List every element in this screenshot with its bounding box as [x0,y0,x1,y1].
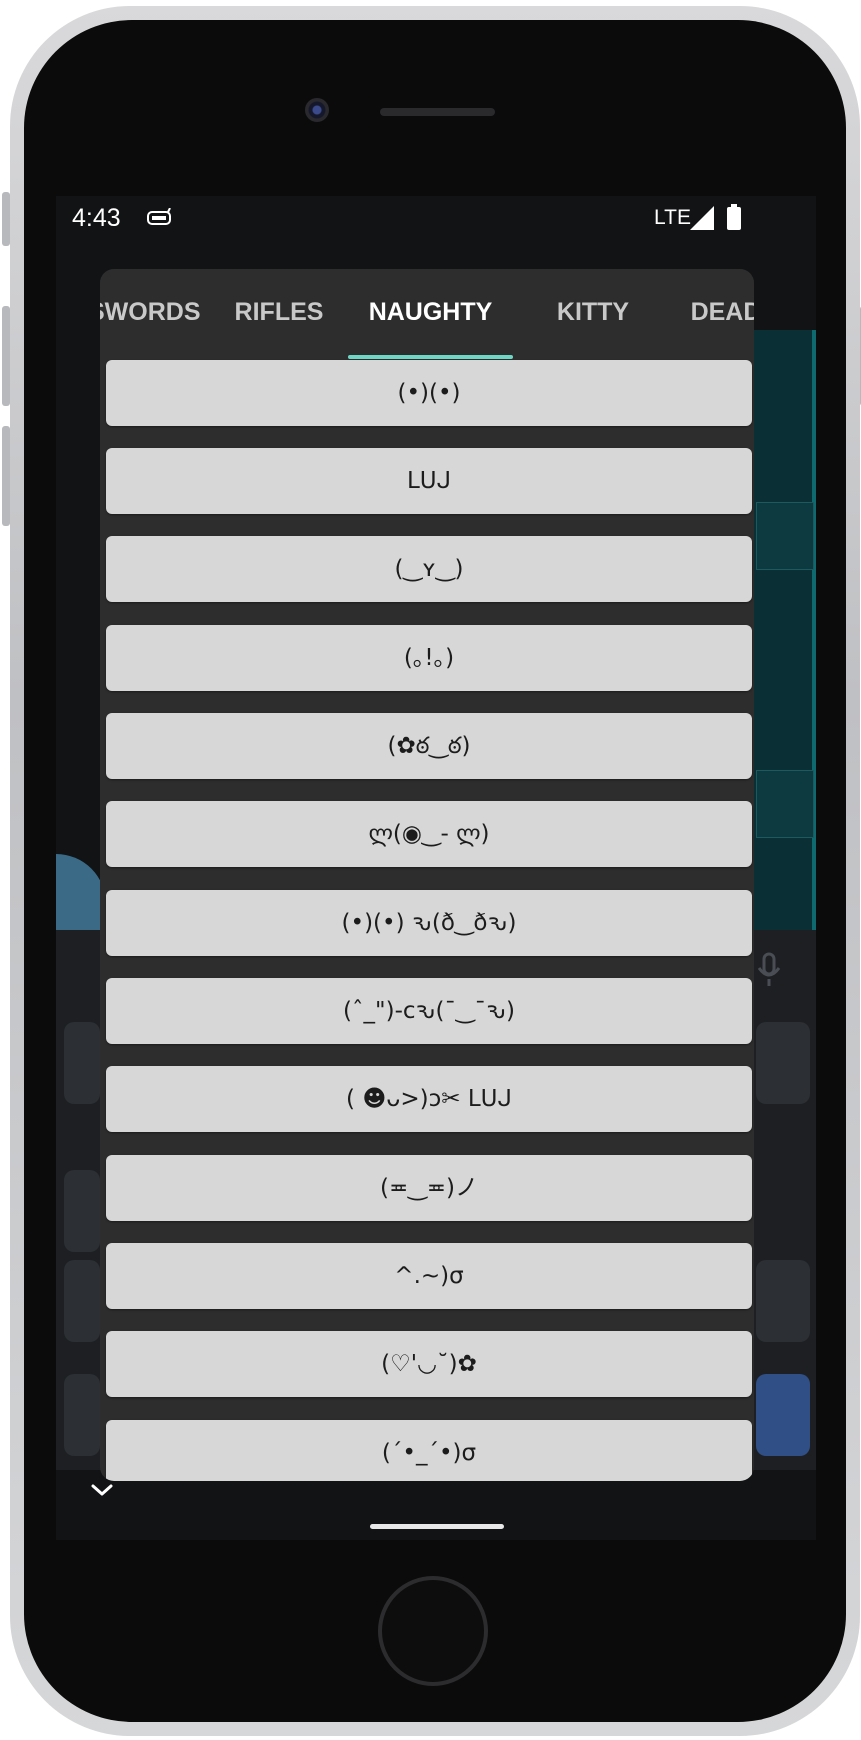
emoticon-item[interactable]: ᒪᑌᒍ [106,448,752,514]
emoticon-item[interactable]: (｡!｡) [106,625,752,691]
emoticon-item[interactable]: ^.~)σ [106,1243,752,1309]
volume-down-button [2,426,10,526]
emoticon-popup: SWORDS RIFLES NAUGHTY KITTY DEAD (•)(•) … [100,269,754,1481]
volume-up-button [2,306,10,406]
signal-icon [690,206,714,230]
emoticon-item[interactable]: (•)(•) [106,360,752,426]
microphone-icon [757,952,781,986]
keyboard-key [64,1260,100,1342]
earpiece-speaker [380,108,495,116]
home-button[interactable] [378,1576,488,1686]
emoticon-item[interactable]: (♡'◡˘)✿ [106,1331,752,1397]
emoticon-item[interactable]: (´•_´•)σ [106,1420,752,1481]
emoticon-item[interactable]: (≖‿≖)ノ [106,1155,752,1221]
keyboard-enter-key [756,1374,810,1456]
emoticon-item[interactable]: ლ(◉‿- ლ) [106,801,752,867]
battery-icon [727,204,741,230]
robot-icon [147,208,171,225]
tab-dead[interactable]: DEAD [676,269,754,359]
emoticon-item[interactable]: (•)(•) ԅ(ð‿ðԅ) [106,890,752,956]
category-tabs: SWORDS RIFLES NAUGHTY KITTY DEAD [100,269,754,359]
emoticon-item[interactable]: ( ☻ᴗ>)ɔ✂ ᒪᑌᒍ [106,1066,752,1132]
status-time: 4:43 [72,204,121,232]
tab-rifles[interactable]: RIFLES [230,269,328,359]
background-card [756,502,814,570]
emoticon-item[interactable]: (‿ʏ‿) [106,536,752,602]
tab-swords[interactable]: SWORDS [100,269,201,359]
home-indicator[interactable] [370,1524,504,1529]
tab-naughty[interactable]: NAUGHTY [348,269,513,359]
emoticon-item[interactable]: (ˆ_")-cԅ(¯‿¯ԅ) [106,978,752,1044]
front-camera [305,98,329,122]
network-type: LTE [654,206,691,229]
keyboard-key [756,1260,810,1342]
keyboard-key [64,1170,100,1252]
status-bar: 4:43 LTE [56,196,816,242]
emoticon-item[interactable]: (✿ఠ‿ఠ) [106,713,752,779]
keyboard-key [756,1022,810,1104]
chevron-down-icon[interactable] [90,1483,114,1497]
mute-switch [2,192,10,246]
tab-kitty[interactable]: KITTY [540,269,646,359]
emoticon-list: (•)(•) ᒪᑌᒍ (‿ʏ‿) (｡!｡) (✿ఠ‿ఠ) ლ(◉‿- ლ) (… [100,359,754,1481]
background-card [756,770,814,838]
screen: 4:43 LTE SWORDS RIFLES NAUGHTY KITTY DEA… [56,196,816,1540]
keyboard-key [64,1022,100,1104]
keyboard-key [64,1374,100,1456]
